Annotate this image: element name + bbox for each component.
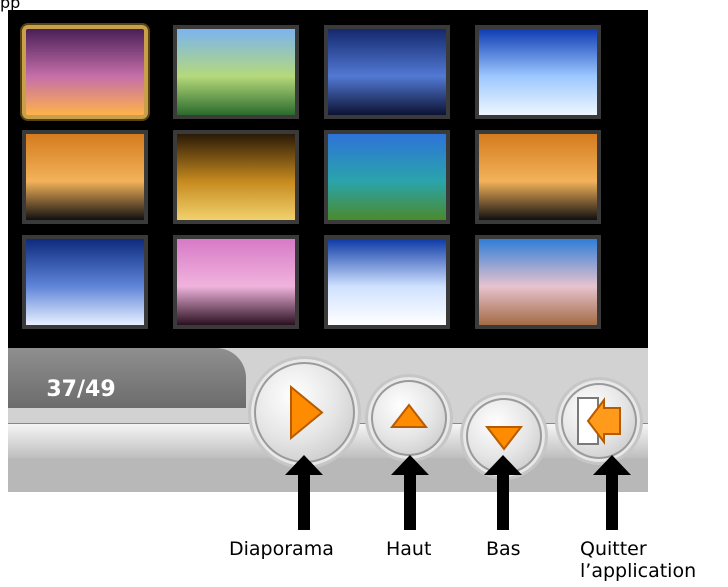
- thumb-tropical-coast[interactable]: [324, 130, 450, 224]
- thumb-lake-sunset-1[interactable]: [22, 130, 148, 224]
- thumb-palm-sunset[interactable]: [173, 235, 299, 329]
- thumb-louvre[interactable]: [173, 130, 299, 224]
- quit-button[interactable]: [558, 380, 640, 462]
- label-down: Bas: [486, 538, 521, 560]
- scroll-up-button[interactable]: [368, 377, 450, 459]
- label-quit-line2: l’application: [580, 560, 697, 582]
- thumb-snow-trees[interactable]: [324, 235, 450, 329]
- label-slideshow: Diaporama: [229, 538, 334, 560]
- image-counter: 37/49: [46, 377, 116, 402]
- thumb-lightning[interactable]: [324, 25, 450, 119]
- thumb-ice-arch[interactable]: [475, 25, 601, 119]
- thumb-sunset-tree[interactable]: [22, 25, 148, 119]
- arrow-down-icon: [484, 426, 524, 451]
- thumbnail-grid: [8, 10, 648, 348]
- thumb-lake-sunset-2[interactable]: [475, 130, 601, 224]
- label-quit-line1: Quitter: [580, 538, 647, 560]
- play-icon: [290, 384, 324, 441]
- label-up: Haut: [386, 538, 432, 560]
- thumb-ice-water[interactable]: [22, 235, 148, 329]
- slideshow-button[interactable]: [251, 359, 358, 466]
- arrow-up-icon: [389, 403, 429, 428]
- thumb-valley[interactable]: [173, 25, 299, 119]
- thumb-blossom[interactable]: [475, 235, 601, 329]
- scroll-down-button[interactable]: [463, 395, 545, 477]
- exit-icon: [577, 397, 621, 445]
